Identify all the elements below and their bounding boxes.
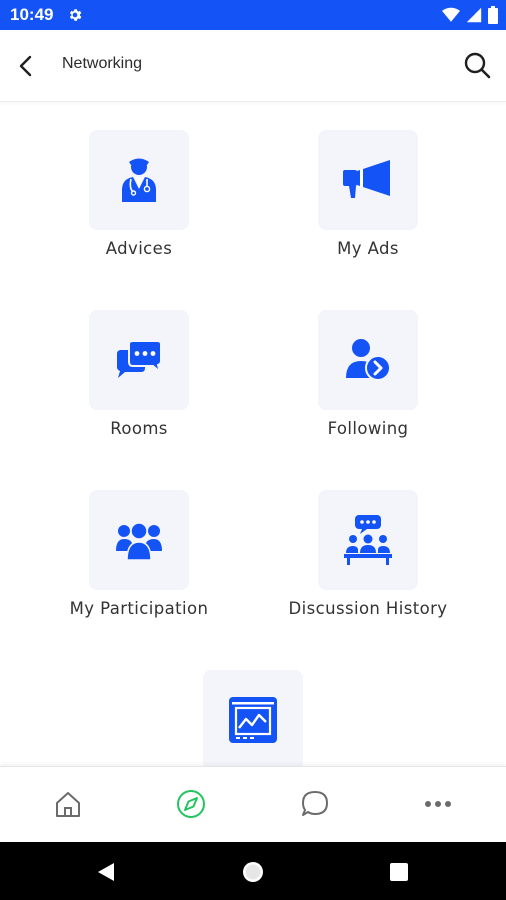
menu-item-label: Following: [327, 419, 409, 438]
menu-item-icon-box: [318, 310, 418, 410]
menu-item-icon-box: [318, 130, 418, 230]
status-icons: [442, 6, 498, 24]
analytics-screen-icon: [229, 697, 277, 743]
system-nav-bar: [0, 842, 506, 900]
system-back-icon[interactable]: [95, 861, 117, 883]
nav-more[interactable]: [421, 787, 455, 821]
app-bar: Networking: [0, 30, 506, 102]
nav-home[interactable]: [51, 787, 85, 821]
menu-item-my-participation[interactable]: My Participation: [24, 490, 254, 618]
menu-item-label: Advices: [105, 239, 173, 258]
menu-item-label: Discussion History: [288, 599, 448, 618]
compass-icon: [177, 790, 205, 818]
menu-item-icon-box: [89, 310, 189, 410]
group-icon: [116, 522, 162, 560]
page-title: Networking: [62, 55, 143, 72]
megaphone-icon: [343, 160, 390, 198]
search-icon[interactable]: [462, 50, 492, 80]
menu-item-analytics[interactable]: [138, 670, 368, 766]
back-chevron-icon[interactable]: [12, 52, 40, 80]
menu-item-icon-box: [203, 670, 303, 766]
status-time: 10:49: [10, 5, 54, 24]
menu-grid: Advices My Ads Rooms Following My Partic…: [0, 102, 506, 766]
nav-chat[interactable]: [298, 787, 332, 821]
system-home-icon[interactable]: [241, 860, 265, 884]
wifi-icon: [442, 7, 460, 22]
menu-item-advices[interactable]: Advices: [24, 130, 254, 258]
menu-item-rooms[interactable]: Rooms: [24, 310, 254, 438]
chat-bubbles-icon: [117, 340, 162, 378]
nav-explore[interactable]: [174, 787, 208, 821]
system-recents-icon[interactable]: [389, 862, 409, 882]
menu-item-label: My Ads: [337, 239, 399, 258]
user-follow-icon: [346, 339, 391, 381]
menu-item-label: Rooms: [110, 419, 168, 438]
home-icon: [56, 792, 80, 817]
more-dots-icon: [425, 801, 451, 807]
signal-icon: [466, 7, 482, 23]
status-bar: 10:49: [0, 0, 506, 30]
chat-bubble-icon: [302, 791, 328, 816]
menu-item-icon-box: [318, 490, 418, 590]
doctor-icon: [122, 158, 156, 202]
menu-item-my-ads[interactable]: My Ads: [253, 130, 483, 258]
menu-item-label: My Participation: [69, 599, 209, 618]
menu-item-icon-box: [89, 490, 189, 590]
menu-item-discussion-history[interactable]: Discussion History: [253, 490, 483, 618]
menu-item-following[interactable]: Following: [253, 310, 483, 438]
menu-item-icon-box: [89, 130, 189, 230]
battery-icon: [488, 6, 498, 24]
bottom-nav: [0, 766, 506, 842]
settings-gear-icon: [69, 9, 82, 21]
meeting-icon: [344, 515, 392, 565]
